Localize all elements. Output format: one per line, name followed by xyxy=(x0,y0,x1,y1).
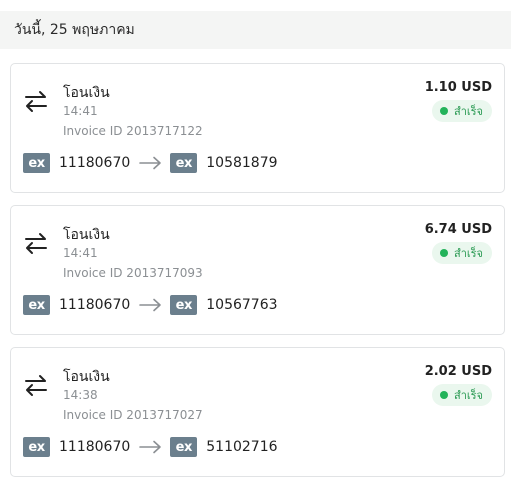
arrow-right-icon xyxy=(139,440,162,454)
status-dot-icon xyxy=(439,249,448,257)
swap-arrows-icon xyxy=(25,91,47,112)
status-label: สำเร็จ xyxy=(453,247,483,260)
swap-arrows-icon xyxy=(25,375,47,396)
status-label: สำเร็จ xyxy=(453,389,483,402)
status-badge: สำเร็จ xyxy=(431,384,492,406)
status-dot-icon xyxy=(439,391,448,399)
transaction-amount: 2.02 USD xyxy=(424,364,492,379)
transaction-card[interactable]: โอนเงิน 14:41 Invoice ID 2013717122 1.10… xyxy=(10,63,505,193)
transaction-title: โอนเงิน xyxy=(63,85,110,101)
arrow-right-icon xyxy=(139,156,162,170)
transfer-route: ex 11180670 ex 10581879 xyxy=(23,152,278,174)
status-badge: สำเร็จ xyxy=(431,100,492,122)
transaction-card[interactable]: โอนเงิน 14:41 Invoice ID 2013717093 6.74… xyxy=(10,205,505,335)
status-label: สำเร็จ xyxy=(453,105,483,118)
invoice-id: Invoice ID 2013717093 xyxy=(63,266,203,280)
exness-logo-icon: ex xyxy=(23,295,50,315)
to-account: 10567763 xyxy=(206,297,278,313)
transaction-time: 14:38 xyxy=(63,388,98,402)
transfer-route: ex 11180670 ex 51102716 xyxy=(23,436,278,458)
transfer-route: ex 11180670 ex 10567763 xyxy=(23,294,278,316)
arrow-right-icon xyxy=(139,298,162,312)
invoice-id: Invoice ID 2013717027 xyxy=(63,408,203,422)
transaction-title: โอนเงิน xyxy=(63,369,110,385)
status-dot-icon xyxy=(439,107,448,115)
transaction-card[interactable]: โอนเงิน 14:38 Invoice ID 2013717027 2.02… xyxy=(10,347,505,477)
invoice-id: Invoice ID 2013717122 xyxy=(63,124,203,138)
transaction-time: 14:41 xyxy=(63,246,98,260)
transaction-time: 14:41 xyxy=(63,104,98,118)
exness-logo-icon: ex xyxy=(23,153,50,173)
exness-logo-icon: ex xyxy=(170,437,198,457)
exness-logo-icon: ex xyxy=(23,437,50,457)
to-account: 51102716 xyxy=(206,439,278,455)
date-header-label: วันนี้, 25 พฤษภาคม xyxy=(14,22,135,38)
date-header: วันนี้, 25 พฤษภาคม xyxy=(0,11,511,49)
from-account: 11180670 xyxy=(59,297,131,313)
transaction-title: โอนเงิน xyxy=(63,227,110,243)
to-account: 10581879 xyxy=(206,155,278,171)
transaction-amount: 1.10 USD xyxy=(424,80,492,95)
from-account: 11180670 xyxy=(59,155,131,171)
swap-arrows-icon xyxy=(25,233,47,254)
exness-logo-icon: ex xyxy=(170,153,198,173)
transaction-amount: 6.74 USD xyxy=(424,222,492,237)
from-account: 11180670 xyxy=(59,439,131,455)
status-badge: สำเร็จ xyxy=(431,242,492,264)
exness-logo-icon: ex xyxy=(170,295,198,315)
